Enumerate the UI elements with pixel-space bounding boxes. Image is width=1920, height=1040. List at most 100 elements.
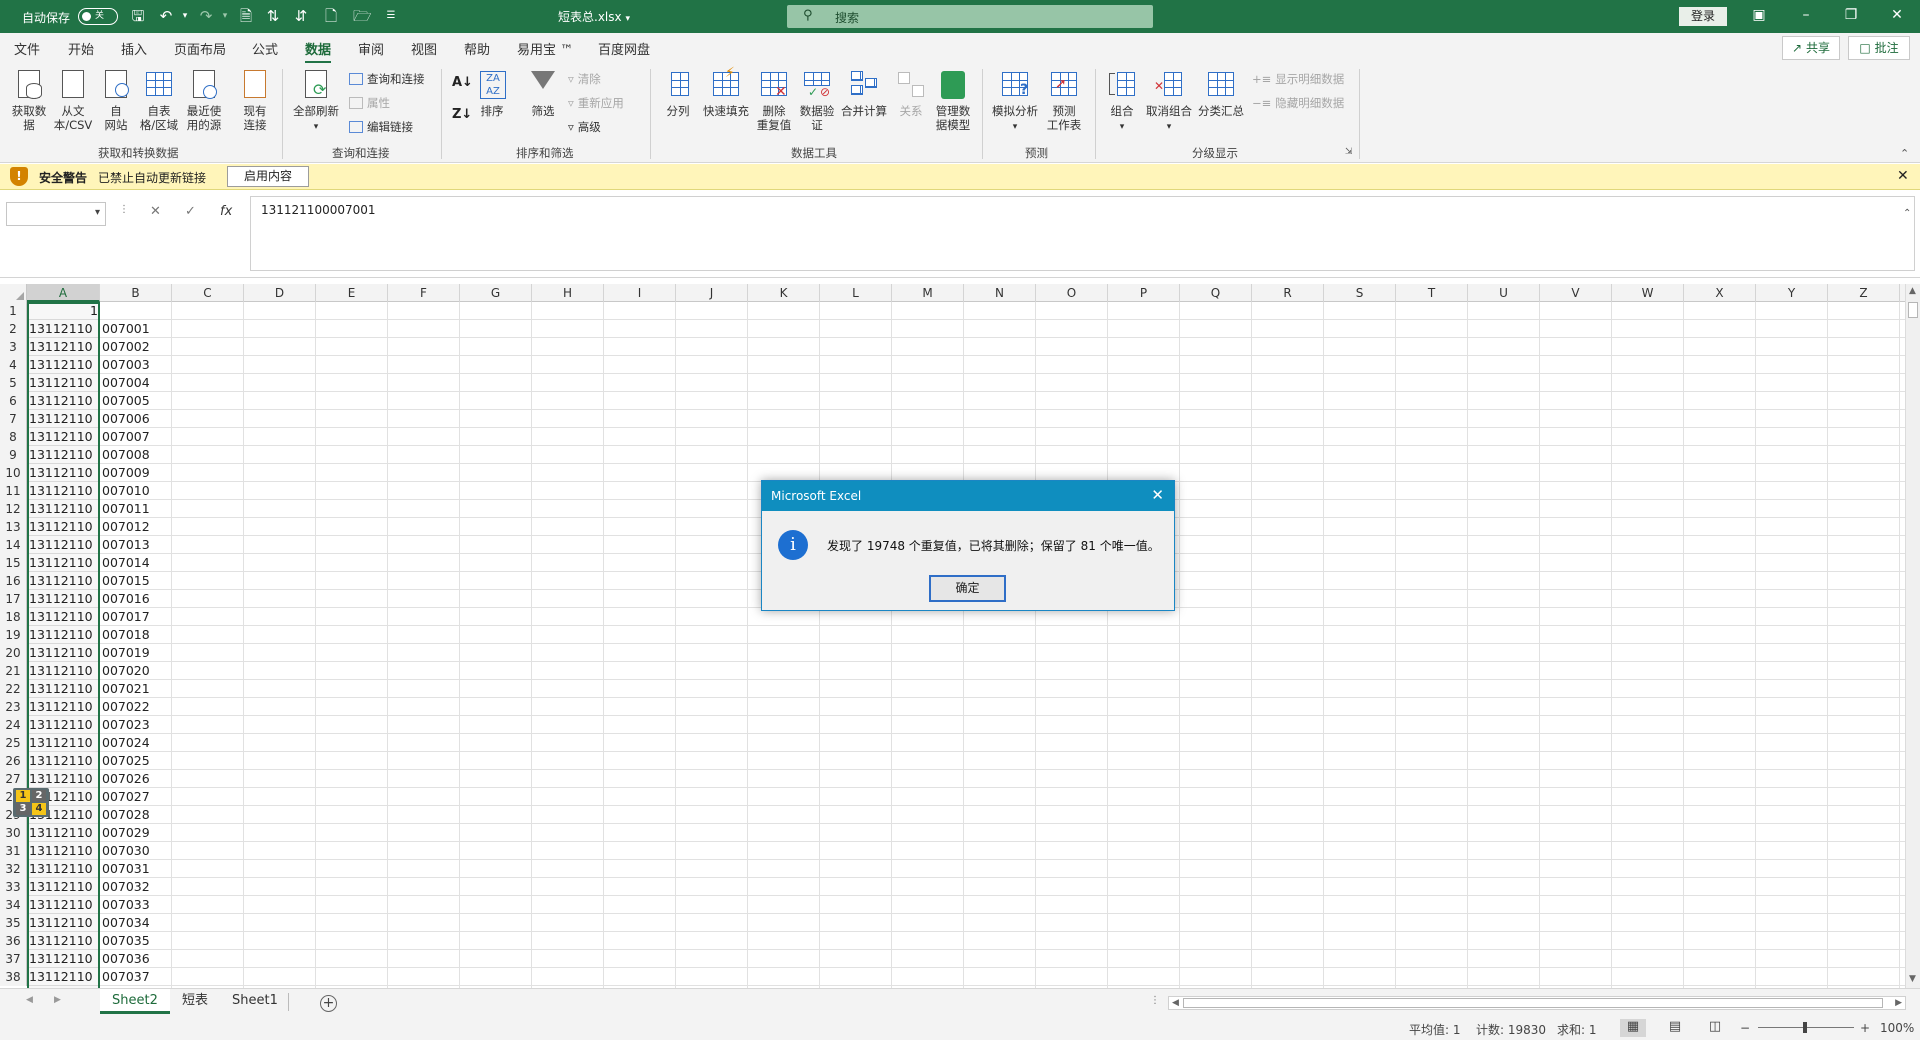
sheet-tab-duanbiao[interactable]: 短表 <box>170 989 220 1014</box>
row-header[interactable]: 14 <box>0 536 27 554</box>
row-header[interactable]: 21 <box>0 662 27 680</box>
new-file-icon[interactable]: 🗋 <box>323 8 339 24</box>
column-header-b[interactable]: B <box>100 284 172 302</box>
row-header[interactable]: 18 <box>0 608 27 626</box>
cell-b[interactable]: 007016 <box>100 590 172 608</box>
chevron-down-icon[interactable]: ▾ <box>95 207 100 218</box>
save-icon[interactable]: 🖫 <box>130 8 146 24</box>
column-header-d[interactable]: D <box>244 284 316 302</box>
column-header-p[interactable]: P <box>1108 284 1180 302</box>
from-csv-button[interactable]: 从文 本/CSV <box>52 69 94 132</box>
group-button[interactable]: 组合 ▾ <box>1101 69 1143 134</box>
vertical-scroll-thumb[interactable] <box>1908 302 1918 318</box>
column-header-l[interactable]: L <box>820 284 892 302</box>
column-header-s[interactable]: S <box>1324 284 1396 302</box>
column-header-h[interactable]: H <box>532 284 604 302</box>
recent-sources-button[interactable]: 最近使 用的源 <box>183 69 225 132</box>
column-header-o[interactable]: O <box>1036 284 1108 302</box>
relationships-button[interactable]: 关系 <box>890 69 932 118</box>
column-header-e[interactable]: E <box>316 284 388 302</box>
row-header[interactable]: 6 <box>0 392 27 410</box>
cell-b[interactable]: 007015 <box>100 572 172 590</box>
sort-desc-icon[interactable]: Z↓ <box>452 107 472 122</box>
refresh-all-button[interactable]: ⟳ 全部刷新 ▾ <box>291 69 341 134</box>
document-title[interactable]: 短表总.xlsx ▾ <box>558 8 630 25</box>
cell-b[interactable]: 007009 <box>100 464 172 482</box>
row-header[interactable]: 10 <box>0 464 27 482</box>
page-layout-view-icon[interactable]: ▤ <box>1662 1019 1688 1037</box>
sheet-tab-sheet2[interactable]: Sheet2 <box>100 989 170 1014</box>
cell-b[interactable]: 007017 <box>100 608 172 626</box>
row-header[interactable]: 3 <box>0 338 27 356</box>
column-header-w[interactable]: W <box>1612 284 1684 302</box>
cell-b[interactable]: 007012 <box>100 518 172 536</box>
remove-duplicates-button[interactable]: ✕ 删除 重复值 <box>753 69 795 132</box>
column-header-a[interactable]: A <box>27 284 100 302</box>
tab-data[interactable]: 数据 <box>305 39 332 64</box>
name-box[interactable]: ▾ <box>6 202 106 226</box>
enter-icon[interactable]: ✓ <box>185 204 196 219</box>
row-header[interactable]: 19 <box>0 626 27 644</box>
tab-formulas[interactable]: 公式 <box>252 39 278 58</box>
show-detail-button[interactable]: +≡ 显示明细数据 <box>1252 71 1344 87</box>
zoom-out-icon[interactable]: − <box>1740 1021 1750 1035</box>
redo-dropdown-icon[interactable]: ▾ <box>217 8 233 24</box>
column-header-g[interactable]: G <box>460 284 532 302</box>
undo-dropdown-icon[interactable]: ▾ <box>177 8 193 24</box>
scroll-right-icon[interactable]: ▶ <box>1895 998 1902 1008</box>
row-header[interactable]: 2 <box>0 320 27 338</box>
scroll-left-icon[interactable]: ◀ <box>1172 998 1179 1008</box>
row-header[interactable]: 33 <box>0 878 27 896</box>
expand-formula-bar-icon[interactable]: ⌃ <box>1903 208 1911 219</box>
cell-b[interactable]: 007002 <box>100 338 172 356</box>
consolidate-button[interactable]: 合并计算 <box>840 69 888 118</box>
restore-icon[interactable]: ❐ <box>1842 6 1860 24</box>
row-header[interactable]: 12 <box>0 500 27 518</box>
column-header-m[interactable]: M <box>892 284 964 302</box>
comments-button[interactable]: □ 批注 <box>1848 36 1910 60</box>
tab-splitter-icon[interactable]: ⋮ <box>1150 995 1160 1006</box>
normal-view-icon[interactable]: ▦ <box>1620 1019 1646 1037</box>
forecast-sheet-button[interactable]: ➚ 预测 工作表 <box>1043 69 1085 132</box>
ok-button[interactable]: 确定 <box>929 575 1006 602</box>
enable-content-button[interactable]: 启用内容 <box>227 166 309 187</box>
column-header-j[interactable]: J <box>676 284 748 302</box>
cell-b[interactable]: 007032 <box>100 878 172 896</box>
cell-b[interactable]: 007029 <box>100 824 172 842</box>
flash-fill-button[interactable]: ⚡ 快速填充 <box>700 66 752 118</box>
column-header-v[interactable]: V <box>1540 284 1612 302</box>
undo-icon[interactable]: ↶ <box>158 8 174 24</box>
scroll-tabs-left-icon[interactable]: ◀ <box>26 995 33 1005</box>
page-break-view-icon[interactable]: ◫ <box>1702 1019 1728 1037</box>
cancel-icon[interactable]: ✕ <box>150 204 161 219</box>
cell-b[interactable]: 007013 <box>100 536 172 554</box>
cell-b[interactable]: 007024 <box>100 734 172 752</box>
row-header[interactable]: 7 <box>0 410 27 428</box>
row-header[interactable]: 36 <box>0 932 27 950</box>
cell-b[interactable]: 007018 <box>100 626 172 644</box>
row-header[interactable]: 11 <box>0 482 27 500</box>
sort-asc-icon[interactable]: ⇅ <box>265 8 281 24</box>
row-header[interactable]: 37 <box>0 950 27 968</box>
row-header[interactable]: 30 <box>0 824 27 842</box>
cell-b[interactable]: 007014 <box>100 554 172 572</box>
cell-b[interactable] <box>100 302 172 320</box>
row-header[interactable]: 20 <box>0 644 27 662</box>
sort-desc-icon[interactable]: ⇵ <box>293 8 309 24</box>
print-preview-icon[interactable]: 🗎 <box>238 8 254 24</box>
cell-b[interactable]: 007020 <box>100 662 172 680</box>
cell-b[interactable]: 007004 <box>100 374 172 392</box>
column-header-z[interactable]: Z <box>1828 284 1900 302</box>
cell-b[interactable]: 007026 <box>100 770 172 788</box>
scroll-up-icon[interactable]: ▲ <box>1909 286 1916 296</box>
redo-icon[interactable]: ↷ <box>198 8 214 24</box>
hide-detail-button[interactable]: −≡ 隐藏明细数据 <box>1252 95 1344 111</box>
column-header-k[interactable]: K <box>748 284 820 302</box>
row-header[interactable]: 25 <box>0 734 27 752</box>
horizontal-scroll-thumb[interactable] <box>1183 998 1883 1008</box>
quick-analysis-icon[interactable]: 1 2 3 4 <box>13 788 49 817</box>
tab-baidu-netdisk[interactable]: 百度网盘 <box>598 39 650 58</box>
cell-b[interactable]: 007022 <box>100 698 172 716</box>
sort-button[interactable]: ZA AZ 排序 <box>471 69 513 118</box>
ungroup-button[interactable]: ✕ 取消组合 ▾ <box>1144 69 1194 134</box>
